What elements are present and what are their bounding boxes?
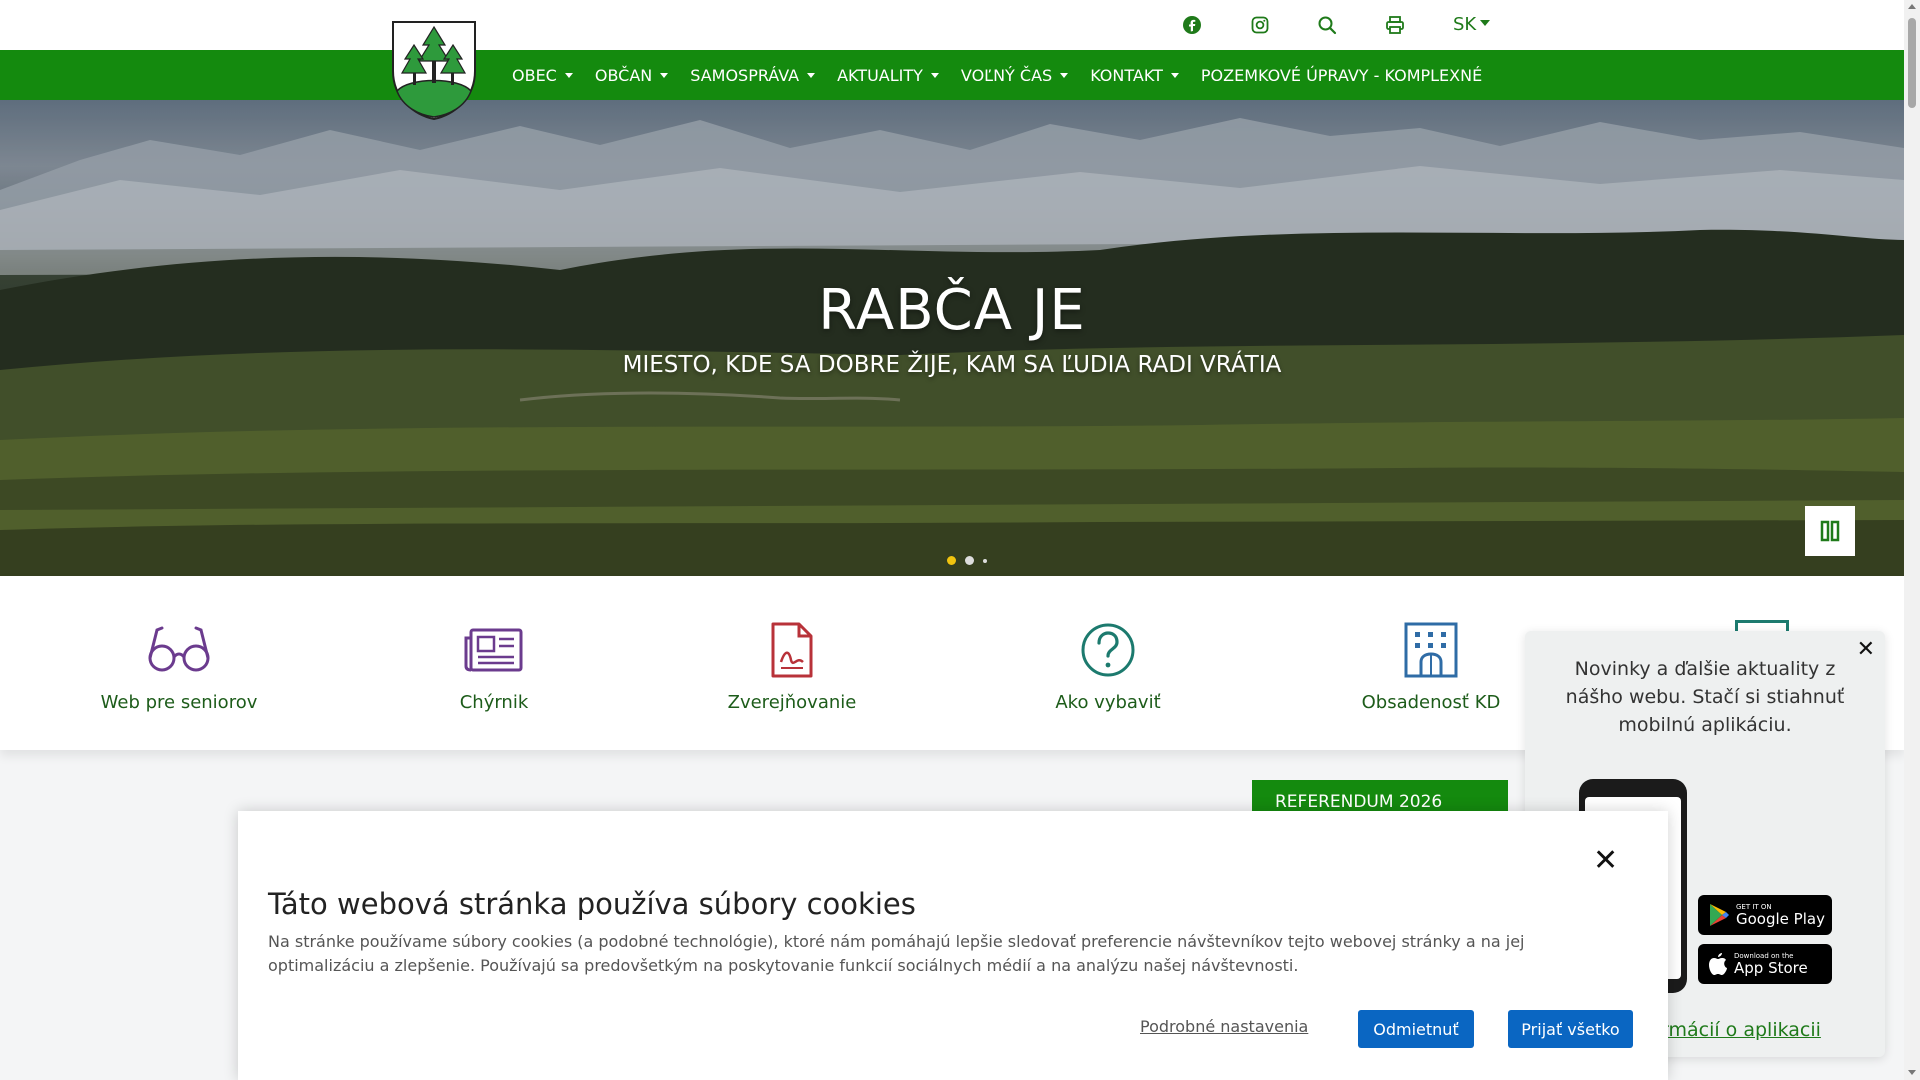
document-icon [771, 622, 813, 678]
quick-link-zverejnovanie[interactable]: Zverejňovanie [672, 620, 912, 713]
quick-link-label: Web pre seniorov [100, 692, 258, 713]
building-icon [1404, 622, 1458, 678]
app-popup-text: Novinky a ďalšie aktuality z nášho webu.… [1565, 658, 1845, 736]
facebook-icon[interactable] [1181, 14, 1203, 36]
reject-button[interactable]: Odmietnuť [1358, 1010, 1474, 1048]
chevron-down-icon [1170, 72, 1179, 78]
nav-item-label: AKTUALITY [837, 65, 923, 85]
quick-link-obsadenost-kd[interactable]: Obsadenosť KD [1311, 620, 1551, 713]
slider-dot[interactable] [965, 556, 974, 565]
chevron-down-icon [660, 72, 669, 78]
chevron-down-icon [930, 72, 939, 78]
coat-of-arms-logo[interactable] [389, 19, 479, 121]
quick-link-chyrnik[interactable]: Chýrnik [374, 620, 614, 713]
chevron-down-icon [1060, 72, 1069, 78]
top-bar: SK [0, 0, 1904, 50]
slider-dots [947, 556, 987, 565]
quick-link-ako-vybavit[interactable]: Ako vybaviť [988, 620, 1228, 713]
slider-dot[interactable] [983, 558, 987, 563]
instagram-icon[interactable] [1249, 14, 1271, 36]
pause-icon [1820, 520, 1840, 542]
quick-link-label: Zverejňovanie [727, 692, 857, 713]
slider-dot[interactable] [947, 556, 956, 565]
nav-menu: OBEC OBČAN SAMOSPRÁVA AKTUALITY VOĽNÝ ČA… [512, 50, 1504, 100]
glasses-icon [148, 626, 210, 672]
main-nav: OBEC OBČAN SAMOSPRÁVA AKTUALITY VOĽNÝ ČA… [0, 50, 1904, 100]
app-store-big: App Store [1734, 958, 1808, 977]
nav-item-kontakt[interactable]: KONTAKT [1090, 66, 1179, 85]
page-scrollbar[interactable] [1904, 0, 1920, 1080]
hero-slider: RABČA JE MIESTO, KDE SA DOBRE ŽIJE, KAM … [0, 100, 1904, 576]
nav-item-obec[interactable]: OBEC [512, 66, 573, 85]
scroll-up-arrow[interactable] [1908, 4, 1916, 9]
nav-item-samosprava[interactable]: SAMOSPRÁVA [690, 65, 816, 85]
cookie-banner: ✕ Táto webová stránka používa súbory coo… [238, 811, 1668, 1080]
nav-item-label: KONTAKT [1090, 65, 1163, 85]
google-play-icon [1710, 904, 1729, 926]
chevron-down-icon [564, 72, 573, 78]
nav-item-label: OBEC [512, 65, 557, 85]
nav-item-label: SAMOSPRÁVA [690, 65, 800, 85]
scrollbar-thumb[interactable] [1908, 18, 1916, 108]
cookie-settings-link[interactable]: Podrobné nastavenia [1140, 1017, 1308, 1036]
language-selector[interactable]: SK [1453, 14, 1491, 35]
quick-link-label: Ako vybaviť [1055, 692, 1161, 713]
google-play-big: Google Play [1736, 909, 1825, 928]
nav-item-aktuality[interactable]: AKTUALITY [837, 66, 939, 85]
nav-item-volny-cas[interactable]: VOĽNÝ ČAS [960, 65, 1069, 85]
hero-title: RABČA JE [818, 278, 1086, 343]
hero-subtitle: MIESTO, KDE SA DOBRE ŽIJE, KAM SA ĽUDIA … [622, 352, 1282, 378]
newspaper-icon [464, 628, 523, 672]
slider-pause-button[interactable] [1805, 506, 1855, 556]
cookie-title: Táto webová stránka používa súbory cooki… [268, 887, 916, 921]
google-play-badge[interactable]: GET IT ON Google Play [1698, 895, 1832, 935]
nav-item-obcan[interactable]: OBČAN [594, 65, 669, 85]
nav-item-label: VOĽNÝ ČAS [960, 65, 1053, 85]
nav-item-label: OBČAN [594, 65, 653, 85]
apple-icon [1709, 953, 1727, 975]
quick-link-label: Obsadenosť KD [1361, 692, 1501, 713]
nav-item-pozemkove-upravy[interactable]: POZEMKOVÉ ÚPRAVY - KOMPLEXNÉ [1201, 66, 1482, 85]
question-icon [1081, 623, 1135, 677]
chevron-down-icon [1480, 19, 1491, 26]
close-icon[interactable]: ✕ [1593, 843, 1618, 878]
accept-all-button[interactable]: Prijať všetko [1508, 1010, 1633, 1048]
nav-item-label: POZEMKOVÉ ÚPRAVY - KOMPLEXNÉ [1200, 65, 1483, 85]
scroll-down-arrow[interactable] [1908, 1070, 1916, 1075]
cookie-text: Na stránke používame súbory cookies (a p… [268, 932, 1525, 975]
quick-link-label: Chýrnik [459, 692, 529, 713]
quick-link-web-pre-seniorov[interactable]: Web pre seniorov [59, 620, 299, 713]
app-info-link[interactable]: rmácií o aplikacii [1661, 1019, 1821, 1041]
app-store-badge[interactable]: Download on the App Store [1698, 944, 1832, 984]
print-icon[interactable] [1384, 14, 1406, 36]
search-icon[interactable] [1316, 14, 1338, 36]
language-label: SK [1453, 14, 1477, 35]
chevron-down-icon [807, 72, 816, 78]
